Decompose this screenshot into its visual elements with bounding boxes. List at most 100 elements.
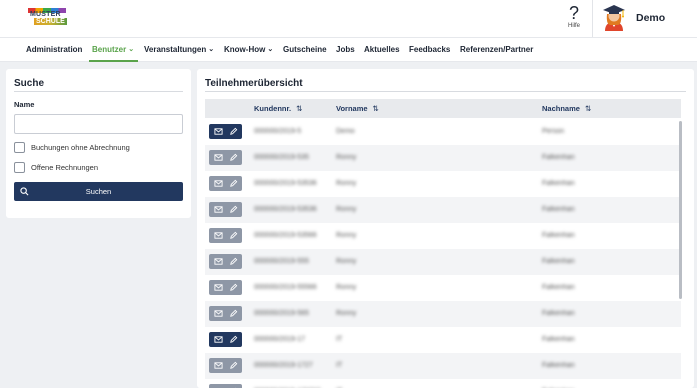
participants-panel: Teilnehmerübersicht Kundennr. ⇅ Vorname ⇅ … [197,69,694,388]
edit-icon[interactable] [229,361,238,370]
mail-icon[interactable] [214,231,223,240]
nav-item-administration[interactable]: Administration [26,45,82,54]
nav-item-veranstaltungen[interactable]: Veranstaltungen ⌄ [144,45,214,54]
logo-line1: MUSTER [30,11,61,18]
scrollbar[interactable] [679,121,682,299]
nav-item-feedbacks[interactable]: Feedbacks [409,45,450,54]
edit-icon[interactable] [229,283,238,292]
active-nav-indicator [89,60,138,62]
row-actions [209,124,242,139]
checkbox-billing-label: Buchungen ohne Abrechnung [31,143,130,152]
sort-icon: ⇅ [372,104,379,113]
row-actions [209,332,242,347]
edit-icon[interactable] [229,231,238,240]
checkbox-invoices[interactable] [14,162,25,173]
cell-first-name: Ronny [336,206,357,213]
table-row[interactable]: 000000/2019-172727ITFalkenhan [205,379,681,388]
help-label: Hilfe [567,23,580,29]
table-row[interactable]: 000000/2019-53536 Ronny Falkenhan [205,197,681,223]
logo-line2: SCHULE [34,18,67,25]
mail-icon[interactable] [214,153,223,162]
table-row[interactable]: 000000/2019-17 IT Falkenhan [205,327,681,353]
avatar[interactable] [601,3,627,31]
column-label: Kundennr. [254,104,292,113]
nav-item-referenzen-partner[interactable]: Referenzen/Partner [460,45,533,54]
mail-icon[interactable] [214,335,223,344]
column-header-first-name[interactable]: Vorname ⇅ [336,104,379,113]
search-icon [20,187,29,196]
row-actions [209,306,242,321]
search-button-label: Suchen [85,187,112,196]
mail-icon[interactable] [214,309,223,318]
edit-icon[interactable] [229,127,238,136]
nav-label: Administration [26,45,83,54]
table-row[interactable]: 000000/2019-535 Ronny Falkenhan [205,145,681,171]
cell-last-name: Falkenhan [542,232,575,239]
column-label: Nachname [542,104,580,113]
nav-item-know-how[interactable]: Know-How ⌄ [224,45,273,54]
table-row[interactable]: 000000/2019-555 Ronny Falkenhan [205,249,681,275]
mail-icon[interactable] [214,257,223,266]
search-title: Suche [14,78,45,89]
chevron-down-icon: ⌄ [267,46,274,53]
row-actions [209,202,242,217]
edit-icon[interactable] [229,205,238,214]
column-header-customer-no[interactable]: Kundennr. ⇅ [254,104,302,113]
row-actions [209,228,242,243]
nav-item-jobs[interactable]: Jobs [336,45,355,54]
cell-last-name: Person [542,128,565,135]
edit-icon[interactable] [229,335,238,344]
mail-icon[interactable] [214,127,223,136]
participants-title: Teilnehmerübersicht [205,78,303,89]
nav-label: Benutzer [92,45,127,54]
nav-item-aktuelles[interactable]: Aktuelles [364,45,400,54]
nav-label: Aktuelles [364,45,400,54]
cell-last-name: Falkenhan [542,362,575,369]
table-row[interactable]: 000000/2019-1727 IT Falkenhan [205,353,681,379]
top-header: MUSTER SCHULE ? Hilfe Demo [0,0,697,37]
cell-first-name: Demo [336,128,355,135]
chevron-down-icon: ⌄ [208,46,215,53]
nav-item-gutscheine[interactable]: Gutscheine [283,45,327,54]
cell-first-name: IT [336,362,343,369]
cell-last-name: Falkenhan [542,154,575,161]
help-button[interactable]: ? Hilfe [562,4,586,34]
mail-icon[interactable] [214,361,223,370]
checkbox-invoices-label: Offene Rechnungen [31,163,98,172]
table-row[interactable]: 000000/2019-53536 Ronny Falkenhan [205,171,681,197]
name-input[interactable] [14,114,183,134]
table-row[interactable]: 000000/2019-53566 Ronny Falkenhan [205,223,681,249]
column-header-last-name[interactable]: Nachname ⇅ [542,104,591,113]
table-row[interactable]: 000000/2019-565 Ronny Falkenhan [205,301,681,327]
cell-customer-no: 000000/2019-535 [254,154,309,161]
user-name[interactable]: Demo [636,12,665,24]
logo[interactable]: MUSTER SCHULE [28,8,67,26]
edit-icon[interactable] [229,179,238,188]
cell-first-name: IT [336,336,343,343]
edit-icon[interactable] [229,153,238,162]
table-row[interactable]: 000000/2019-55566 Ronny Falkenhan [205,275,681,301]
mail-icon[interactable] [214,205,223,214]
mail-icon[interactable] [214,283,223,292]
search-button[interactable]: Suchen [14,182,183,201]
nav-label: Jobs [336,45,355,54]
nav-item-benutzer[interactable]: Benutzer ⌄ [92,45,134,54]
edit-icon[interactable] [229,309,238,318]
row-actions [209,384,242,388]
row-actions [209,280,242,295]
cell-last-name: Falkenhan [542,180,575,187]
edit-icon[interactable] [229,257,238,266]
chevron-down-icon: ⌄ [128,46,135,53]
table-row[interactable]: 000000/2019-5 Demo Person [205,119,681,145]
main-navigation: Administration Benutzer ⌄ Veranstaltungen… [0,37,697,62]
cell-last-name: Falkenhan [542,284,575,291]
row-actions [209,176,242,191]
column-label: Vorname [336,104,368,113]
table-header: Kundennr. ⇅ Vorname ⇅ Nachname ⇅ [205,99,681,118]
cell-first-name: Ronny [336,180,357,187]
cell-last-name: Falkenhan [542,310,575,317]
checkbox-billing[interactable] [14,142,25,153]
row-actions [209,358,242,373]
mail-icon[interactable] [214,179,223,188]
cell-customer-no: 000000/2019-53536 [254,180,317,187]
